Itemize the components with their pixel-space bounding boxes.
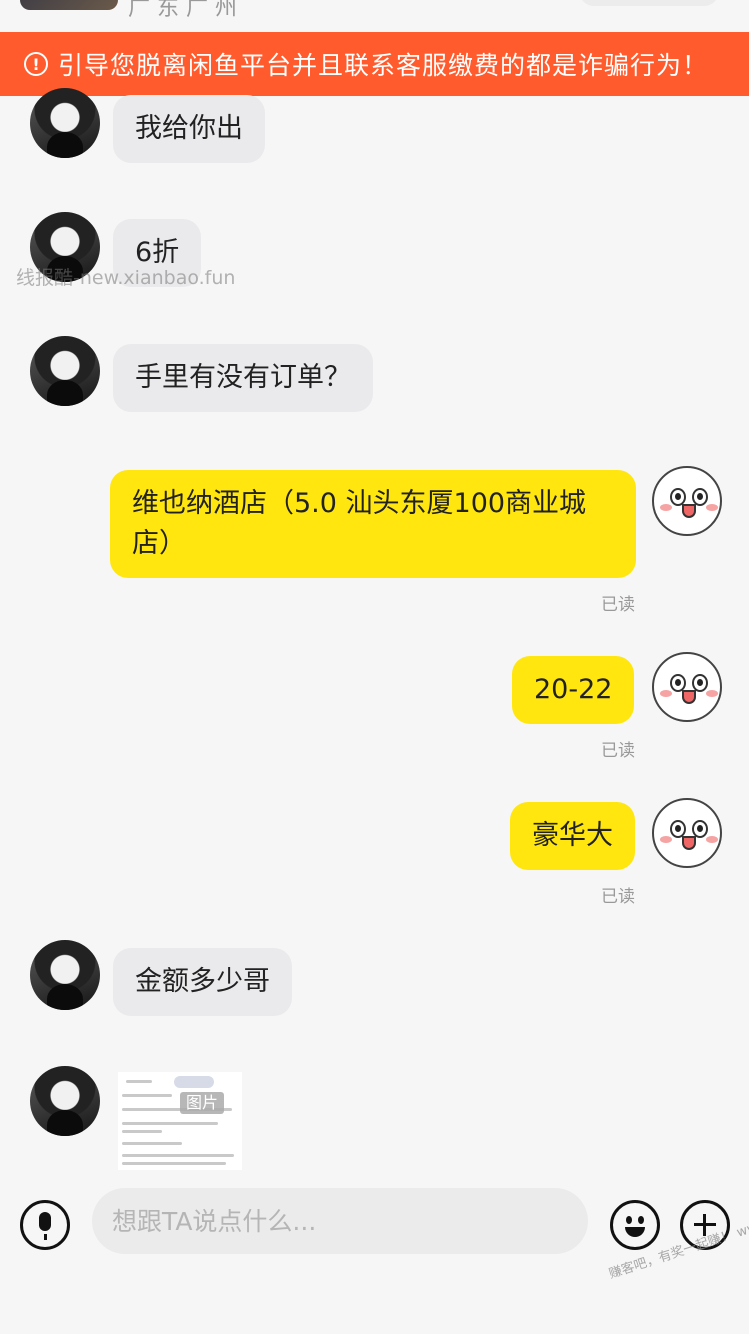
my-avatar[interactable]	[652, 466, 722, 536]
message-input[interactable]	[92, 1188, 588, 1254]
contact-avatar[interactable]	[30, 1066, 100, 1136]
seller-location: 广 东 广 州	[128, 0, 237, 21]
contact-avatar[interactable]	[30, 940, 100, 1010]
read-status: 已读	[601, 887, 635, 907]
message-bubble-sent[interactable]: 20-22	[512, 656, 635, 724]
header-action-button[interactable]	[579, 0, 719, 6]
emoji-button[interactable]	[610, 1200, 660, 1250]
read-status: 已读	[601, 595, 635, 615]
my-avatar[interactable]	[652, 798, 722, 868]
message-bubble-received[interactable]: 我给你出	[113, 95, 265, 163]
contact-avatar[interactable]	[30, 336, 100, 406]
image-message[interactable]: 图片	[118, 1072, 242, 1172]
message-bubble-received[interactable]: 手里有没有订单？	[113, 344, 373, 412]
chat-header: 广 东 广 州	[0, 0, 749, 32]
warning-text: 引导您脱离闲鱼平台并且联系客服缴费的都是诈骗行为！	[58, 51, 709, 80]
warning-circle-icon: !	[24, 52, 48, 76]
item-thumbnail[interactable]	[20, 0, 118, 10]
contact-avatar[interactable]	[30, 88, 100, 158]
my-avatar[interactable]	[652, 652, 722, 722]
voice-button[interactable]	[20, 1200, 70, 1250]
message-input-bar	[0, 1170, 749, 1334]
message-bubble-sent[interactable]: 维也纳酒店（5.0 汕头东厦100商业城店）	[110, 470, 636, 578]
microphone-icon	[39, 1212, 51, 1240]
message-bubble-received[interactable]: 金额多少哥	[113, 948, 292, 1016]
fraud-warning-banner: ! 引导您脱离闲鱼平台并且联系客服缴费的都是诈骗行为！	[0, 32, 749, 96]
watermark-text: 线报酷-new.xianbao.fun	[16, 267, 236, 289]
image-label: 图片	[180, 1092, 225, 1114]
message-bubble-sent[interactable]: 豪华大	[510, 802, 635, 870]
read-status: 已读	[601, 741, 635, 761]
